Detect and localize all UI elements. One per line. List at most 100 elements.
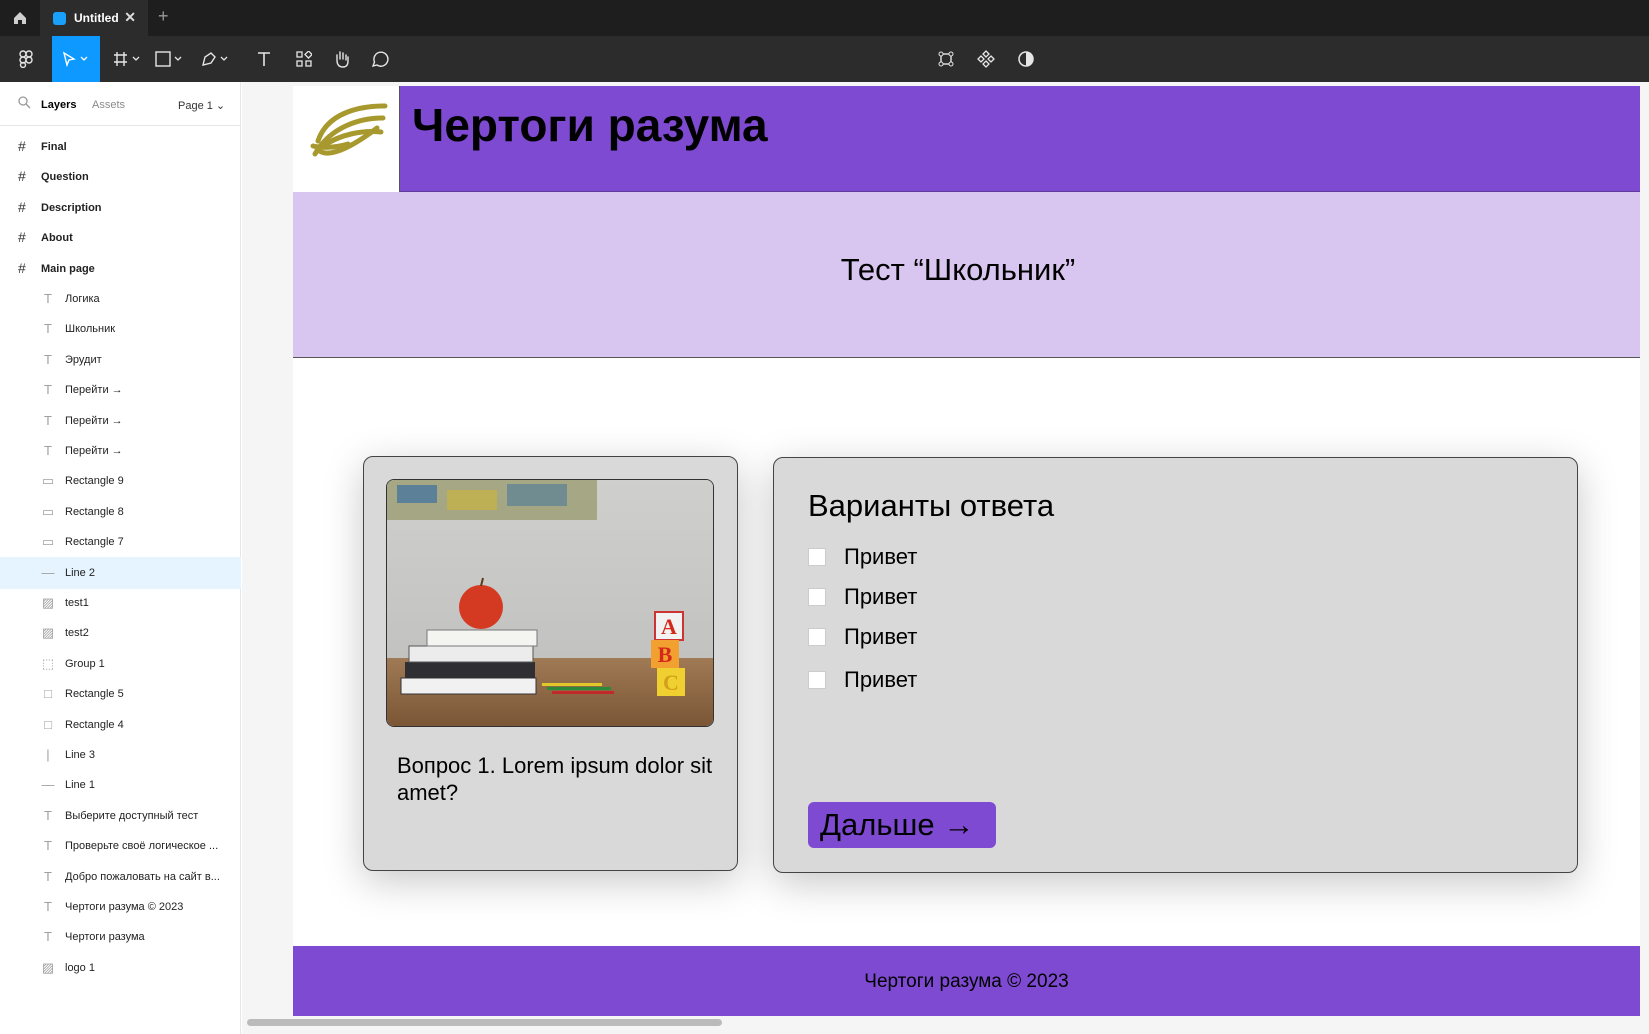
rectangle-icon: □ [44, 716, 52, 732]
comment-tool-button[interactable] [366, 36, 394, 82]
answer-option-1[interactable]: Привет [808, 544, 917, 570]
answer-option-4[interactable]: Привет [808, 667, 917, 693]
next-button[interactable]: Дальше → [808, 802, 996, 848]
rectangle-icon: ▭ [41, 534, 55, 550]
layer-row[interactable]: # Description [0, 192, 241, 224]
contrast-icon [1018, 51, 1034, 67]
shape-tool-button[interactable] [152, 36, 188, 82]
layer-row[interactable]: T Перейти → [0, 374, 241, 406]
layer-row[interactable]: T Чертоги разума [0, 921, 241, 953]
move-tool-icon [62, 51, 88, 67]
answer-label: Привет [844, 544, 918, 569]
layer-row[interactable]: T Логика [0, 283, 241, 315]
layer-name: Чертоги разума © 2023 [65, 901, 184, 913]
layer-name: About [41, 232, 73, 245]
layer-row[interactable]: ▭ Rectangle 8 [0, 496, 241, 528]
close-tab-icon[interactable]: ✕ [124, 9, 136, 26]
layer-row[interactable]: T Проверьте своё логическое ... [0, 830, 241, 862]
search-icon[interactable] [18, 96, 31, 109]
pen-tool-button[interactable] [198, 36, 234, 82]
layer-row[interactable]: ▭ Rectangle 9 [0, 465, 241, 497]
layer-row[interactable]: □ Rectangle 5 [0, 678, 241, 710]
question-text: Вопрос 1. Lorem ipsum dolor sit amet? [397, 753, 713, 805]
rectangle-tool-icon [155, 51, 182, 67]
layers-panel: Layers Assets Page 1 ⌄ # Final # Question # D… [0, 82, 241, 1034]
new-tab-button[interactable]: + [158, 6, 169, 27]
tab-assets[interactable]: Assets [92, 99, 125, 111]
layer-name: Чертоги разума [65, 931, 145, 944]
layer-name: Проверьте своё логическое ... [65, 840, 219, 853]
layer-row[interactable]: T Школьник [0, 313, 241, 345]
horizontal-scrollbar[interactable] [247, 1019, 722, 1026]
frame-tool-button[interactable] [110, 36, 146, 82]
layer-row[interactable]: ▭ Rectangle 7 [0, 526, 241, 558]
text-layer-icon: T [44, 838, 52, 854]
text-tool-button[interactable] [250, 36, 278, 82]
answer-checkbox[interactable] [808, 588, 826, 606]
layer-name: logo 1 [65, 961, 95, 974]
layer-row[interactable]: | Line 3 [0, 739, 241, 771]
answers-card: Варианты ответа Привет Привет Привет При… [773, 457, 1578, 873]
frame-tool-icon [114, 52, 140, 66]
main-menu-button[interactable] [8, 36, 44, 82]
file-tab-title: Untitled [74, 11, 119, 25]
svg-text:C: C [663, 670, 679, 695]
svg-text:A: A [661, 614, 677, 639]
component-button[interactable] [972, 36, 1000, 82]
layer-row[interactable]: — Line 1 [0, 769, 241, 801]
file-tab[interactable]: Untitled ✕ [40, 0, 148, 36]
tab-layers[interactable]: Layers [41, 99, 76, 111]
home-button[interactable] [0, 0, 40, 36]
layer-row[interactable]: # Question [0, 161, 241, 193]
hand-tool-button[interactable] [328, 36, 356, 82]
move-tool-button[interactable] [52, 36, 100, 82]
layer-row[interactable]: ▨ test1 [0, 587, 241, 619]
layer-row[interactable]: ⬚ Group 1 [0, 648, 241, 680]
layer-row[interactable]: ▨ logo 1 [0, 952, 241, 984]
layer-name: Rectangle 9 [65, 475, 124, 488]
resources-button[interactable] [290, 36, 318, 82]
crop-button[interactable] [932, 36, 960, 82]
layer-row[interactable]: # About [0, 222, 241, 254]
rectangle-icon: ▭ [41, 503, 55, 519]
comment-icon [371, 51, 389, 68]
apple-books-illustration: A B C [387, 480, 713, 726]
text-tool-icon [258, 52, 270, 66]
logo [293, 86, 400, 192]
answer-checkbox[interactable] [808, 628, 826, 646]
text-layer-icon: T [44, 382, 52, 398]
page-select[interactable]: Page 1 ⌄ [178, 99, 225, 112]
layer-name: Логика [65, 293, 100, 305]
contrast-button[interactable] [1012, 36, 1040, 82]
layer-row[interactable]: T Перейти → [0, 435, 241, 467]
layer-row[interactable]: # Final [0, 131, 241, 163]
canvas[interactable]: Чертоги разума Тест “Школьник” A B C Воп… [242, 82, 1649, 1034]
answer-option-2[interactable]: Привет [808, 584, 917, 610]
site-header: Чертоги разума [293, 86, 1640, 192]
layer-row[interactable]: T Чертоги разума © 2023 [0, 891, 241, 923]
frame-icon: # [18, 168, 26, 185]
main-menu-icon [19, 50, 33, 68]
layer-row[interactable]: ▨ test2 [0, 617, 241, 649]
layer-name: Добро пожаловать на сайт в... [65, 870, 220, 883]
layer-row[interactable]: T Эрудит [0, 344, 241, 376]
layer-name: Перейти → [65, 384, 123, 397]
panel-tabs: Layers Assets Page 1 ⌄ [0, 82, 241, 126]
text-layer-icon: T [44, 807, 52, 823]
footer-text: Чертоги разума © 2023 [864, 971, 1069, 992]
text-layer-icon: T [44, 929, 52, 945]
layer-name: Final [41, 141, 67, 153]
layer-row[interactable]: T Добро пожаловать на сайт в... [0, 861, 241, 893]
rectangle-icon: □ [44, 686, 52, 702]
layer-row[interactable]: T Перейти → [0, 405, 241, 437]
answer-option-3[interactable]: Привет [808, 624, 917, 650]
layer-name: Школьник [65, 323, 116, 336]
layer-row[interactable]: T Выберите доступный тест [0, 800, 241, 832]
answer-checkbox[interactable] [808, 548, 826, 566]
text-layer-icon: T [44, 291, 52, 306]
main-page-frame[interactable]: Чертоги разума Тест “Школьник” A B C Воп… [293, 86, 1640, 1016]
layer-row[interactable]: — Line 2 [0, 556, 241, 589]
answer-checkbox[interactable] [808, 671, 826, 689]
layer-row[interactable]: # Main page [0, 253, 241, 285]
layer-row[interactable]: □ Rectangle 4 [0, 709, 241, 741]
